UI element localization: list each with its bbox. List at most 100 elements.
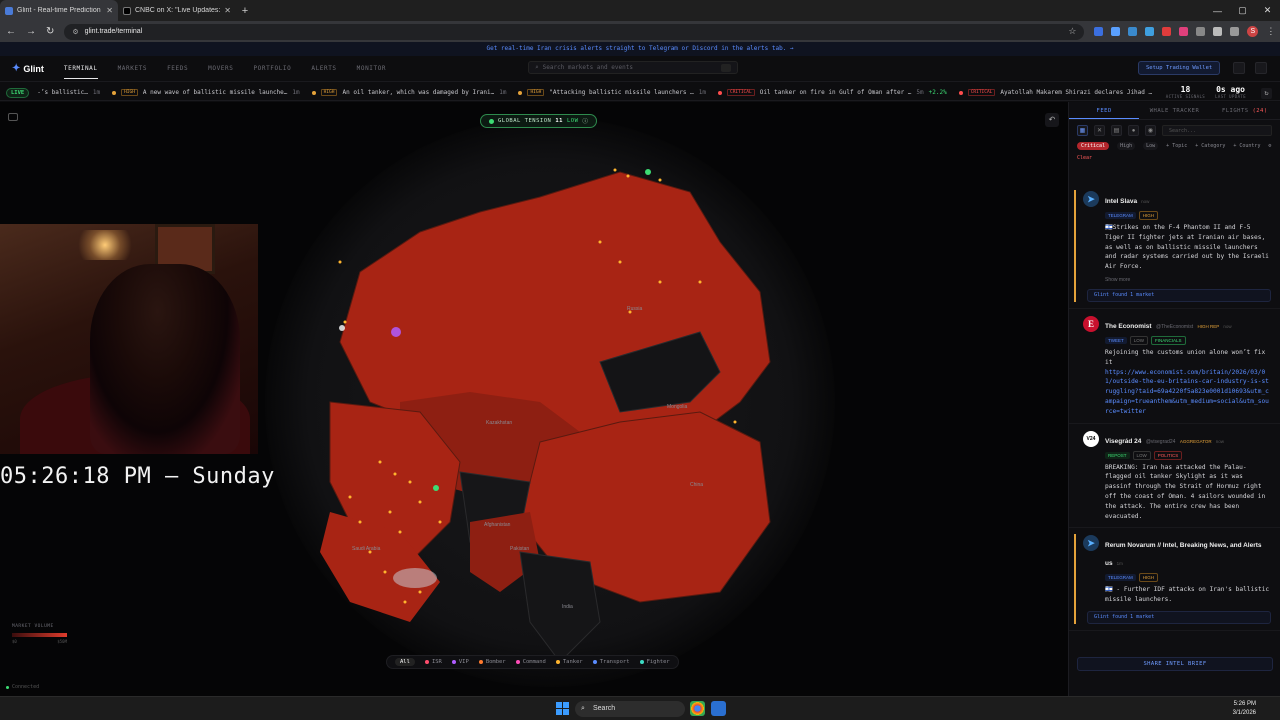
- close-tab-icon[interactable]: ✕: [106, 6, 113, 15]
- feed-list[interactable]: ➤ Intel Slava now TELEGRAM HIGH 🇮🇱Strikes …: [1069, 184, 1280, 654]
- card-body: Rejoining the customs union alone won’t …: [1105, 348, 1266, 366]
- x-source-icon[interactable]: ✕: [1094, 124, 1105, 136]
- undo-icon[interactable]: ↶: [1045, 113, 1059, 127]
- fighter-marker[interactable]: [433, 485, 439, 491]
- news-ticker: LIVE -’s ballistic… 1m HIGH A new wave of …: [0, 85, 1280, 101]
- filter-country[interactable]: + Country: [1233, 143, 1260, 149]
- news-source-icon[interactable]: ▤: [1111, 124, 1122, 136]
- legend-all[interactable]: All: [395, 658, 415, 666]
- windows-start-icon[interactable]: [556, 702, 569, 715]
- nav-portfolio[interactable]: PORTFOLIO: [253, 59, 291, 78]
- feed-card[interactable]: ➤ Rerum Novarum // Intel, Breaking News,…: [1069, 528, 1280, 631]
- profile-avatar[interactable]: S: [1247, 26, 1259, 37]
- reload-icon[interactable]: ↻: [46, 26, 54, 37]
- market-found-button[interactable]: Glint found 1 market: [1087, 610, 1271, 624]
- legend-transport[interactable]: Transport: [592, 659, 630, 665]
- nav-markets[interactable]: MARKETS: [118, 59, 148, 78]
- market-found-button[interactable]: Glint found 1 market: [1087, 288, 1271, 302]
- tab-whale-tracker[interactable]: WHALE TRACKER: [1139, 102, 1209, 119]
- feed-card[interactable]: E The Economist @TheEconomist HIGH REP no…: [1069, 309, 1280, 424]
- setup-wallet-button[interactable]: Setup Trading Wallet: [1138, 61, 1221, 75]
- taskbar-search[interactable]: ⌕ Search: [575, 701, 685, 717]
- maximize-icon[interactable]: ▢: [1230, 5, 1255, 16]
- extension-icon[interactable]: [1179, 27, 1189, 36]
- extension-icon[interactable]: [1145, 27, 1155, 36]
- ticker-item[interactable]: HIGH An oil tanker, which was damaged by …: [311, 89, 506, 96]
- fighter-marker[interactable]: [645, 169, 651, 175]
- filter-low[interactable]: Low: [1143, 142, 1159, 150]
- layout-toggle-icon[interactable]: [1233, 62, 1245, 74]
- menu-kebab-icon[interactable]: ⋮: [1266, 26, 1275, 37]
- feed-search-input[interactable]: Search...: [1162, 124, 1272, 136]
- tab-flights[interactable]: FLIGHTS (24): [1210, 102, 1280, 119]
- label-mongolia: Mongolia: [667, 404, 688, 410]
- extension-icon[interactable]: [1196, 27, 1206, 36]
- globe-map[interactable]: Russia Kazakhstan Mongolia China Afghani…: [0, 102, 1068, 696]
- glint-logo[interactable]: ✦ Glint: [12, 63, 44, 74]
- nav-feeds[interactable]: FEEDS: [167, 59, 188, 78]
- nav-movers[interactable]: MOVERS: [208, 59, 233, 78]
- tab-feed[interactable]: FEED: [1069, 102, 1140, 119]
- logout-icon[interactable]: [1255, 62, 1267, 74]
- legend-command[interactable]: Command: [515, 659, 546, 665]
- extension-icon[interactable]: [1094, 27, 1104, 36]
- market-search-input[interactable]: ⌕ Search markets and events: [528, 61, 738, 74]
- filter-settings-icon[interactable]: ⚙: [1268, 143, 1271, 149]
- legend-isr[interactable]: ISR: [424, 659, 442, 665]
- forward-icon[interactable]: →: [26, 26, 36, 37]
- legend-tanker[interactable]: Tanker: [555, 659, 583, 665]
- filter-category[interactable]: + Category: [1195, 143, 1225, 149]
- close-window-icon[interactable]: ✕: [1255, 5, 1280, 16]
- intel-panel: FEED WHALE TRACKER FLIGHTS (24) ▦ ✕ ▤ ● …: [1068, 102, 1280, 696]
- browser-tab-glint[interactable]: Glint - Real-time Prediction Ma ✕: [0, 0, 118, 21]
- nav-alerts[interactable]: ALERTS: [311, 59, 336, 78]
- filter-critical[interactable]: Critical: [1077, 142, 1110, 150]
- browser-tab-cnbc[interactable]: CNBC on X: "Live Updates: Isra ✕: [118, 0, 236, 21]
- refresh-icon[interactable]: ↻: [1261, 88, 1272, 99]
- site-info-icon[interactable]: ⚙: [72, 28, 78, 36]
- ticker-text: "Attacking ballistic missile launchers …: [549, 89, 694, 96]
- marker-white[interactable]: [339, 325, 345, 331]
- share-intel-brief-button[interactable]: SHARE INTEL BRIEF: [1077, 657, 1273, 671]
- system-clock[interactable]: 5:26 PM 3/1/2026: [1233, 700, 1256, 718]
- app-icon[interactable]: [711, 701, 726, 716]
- card-link[interactable]: https://www.economist.com/britain/2026/0…: [1105, 368, 1271, 417]
- feed-card[interactable]: V24 Visegrád 24 @visegrad24 AGGREGATOR no…: [1069, 424, 1280, 529]
- puzzle-icon[interactable]: [1213, 27, 1223, 36]
- bookmark-star-icon[interactable]: ☆: [1068, 26, 1076, 37]
- extension-icon[interactable]: [1162, 27, 1172, 36]
- filter-high[interactable]: High: [1117, 142, 1136, 150]
- nav-terminal[interactable]: TERMINAL: [63, 59, 98, 79]
- vip-marker[interactable]: [391, 327, 401, 337]
- legend-fighter[interactable]: Fighter: [639, 659, 670, 665]
- ticker-item[interactable]: -’s ballistic… 1m: [37, 89, 100, 96]
- search-icon: ⌕: [535, 64, 539, 71]
- ticker-item[interactable]: HIGH "Attacking ballistic missile launche…: [518, 89, 706, 96]
- extension-icon[interactable]: [1128, 27, 1138, 36]
- extension-icon[interactable]: [1111, 27, 1121, 36]
- new-tab-button[interactable]: +: [236, 5, 254, 17]
- feed-card[interactable]: ➤ Intel Slava now TELEGRAM HIGH 🇮🇱Strikes …: [1069, 184, 1280, 309]
- filter-topic[interactable]: + Topic: [1166, 143, 1187, 149]
- alerts-banner[interactable]: Get real-time Iran crisis alerts straigh…: [0, 42, 1280, 56]
- ticker-item[interactable]: CRITICAL Ayatollah Makarem Shirazi declar…: [958, 89, 1152, 96]
- ticker-item[interactable]: CRITICAL Oil tanker on fire in Gulf of Om…: [718, 89, 947, 96]
- url-field[interactable]: ⚙ glint.trade/terminal ☆: [64, 23, 1085, 40]
- global-tension-indicator[interactable]: GLOBAL TENSION 11 LOW ⓘ: [480, 114, 598, 128]
- telegram-source-icon[interactable]: ●: [1128, 124, 1139, 136]
- sidebar-icon[interactable]: [1230, 27, 1240, 36]
- legend-vip[interactable]: VIP: [451, 659, 469, 665]
- ticker-item[interactable]: HIGH A new wave of ballistic missile laun…: [112, 89, 300, 96]
- show-more-link[interactable]: Show more: [1105, 277, 1271, 283]
- filter-clear[interactable]: Clear: [1077, 155, 1092, 161]
- grid-view-icon[interactable]: ▦: [1077, 124, 1088, 136]
- nav-monitor[interactable]: MONITOR: [357, 59, 387, 78]
- eye-icon[interactable]: ◉: [1145, 124, 1156, 136]
- close-tab-icon[interactable]: ✕: [224, 6, 231, 15]
- chrome-icon[interactable]: [690, 701, 705, 716]
- back-icon[interactable]: ←: [6, 26, 16, 37]
- legend-bomber[interactable]: Bomber: [478, 659, 506, 665]
- camera-icon[interactable]: [8, 113, 18, 121]
- minimize-icon[interactable]: —: [1205, 6, 1230, 16]
- info-icon[interactable]: ⓘ: [582, 117, 588, 125]
